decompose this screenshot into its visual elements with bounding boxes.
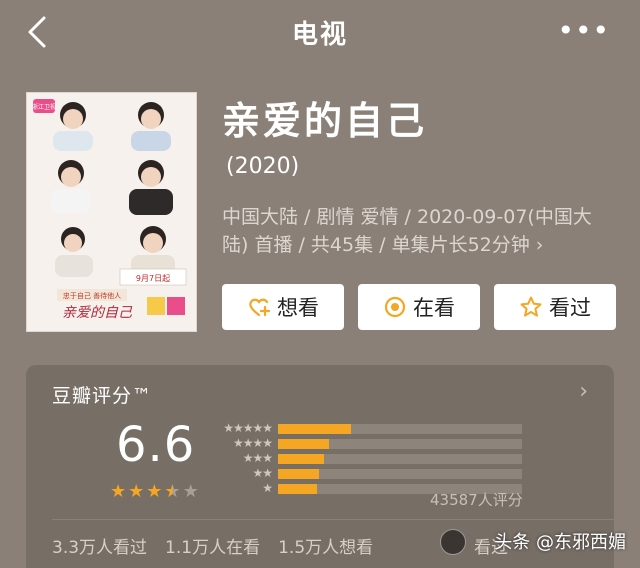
- rating-score: 6.6: [116, 417, 196, 473]
- poster-image[interactable]: 浙江卫视 9月7日起 忠于自己 善待他人 亲爱的自己: [26, 92, 197, 332]
- nav-bar: 电视 •••: [0, 0, 640, 62]
- heart-plus-icon: [249, 298, 271, 317]
- poster-badge: 浙江卫视: [32, 103, 56, 111]
- distribution-track: [278, 468, 522, 479]
- distribution-fill: [278, 483, 318, 494]
- show-title: 亲爱的自己: [222, 99, 428, 143]
- poster-date: 9月7日起: [136, 274, 170, 283]
- chevron-right-icon: ›: [535, 234, 544, 256]
- star-half-icon: ★: [164, 481, 181, 502]
- action-buttons: 想看 在看 看过: [222, 284, 616, 330]
- distribution-row-5: ★★★★★: [218, 421, 522, 436]
- distribution-fill: [278, 453, 325, 464]
- watching-count[interactable]: 1.1万人在看: [165, 533, 260, 558]
- chevron-right-icon[interactable]: ›: [579, 379, 588, 404]
- distribution-fill: [278, 423, 352, 434]
- rating-stars: ★ ★ ★ ★ ★: [110, 482, 199, 502]
- distribution-row-4: ★★★★: [218, 436, 522, 451]
- distribution-row-2: ★★: [218, 466, 522, 481]
- distribution-fill: [278, 468, 320, 479]
- distribution-fill: [278, 438, 330, 449]
- more-icon[interactable]: •••: [557, 14, 610, 47]
- distribution-row-3: ★★★: [218, 451, 522, 466]
- distribution-track: [278, 438, 522, 449]
- watched-label: 看过: [549, 296, 591, 320]
- distribution-stars-label: ★★★★: [232, 436, 273, 450]
- distribution-stars-label: ★★★: [242, 451, 273, 465]
- show-meta[interactable]: 中国大陆 / 剧情 爱情 / 2020-09-07(中国大陆) 首播 / 共45…: [222, 203, 602, 259]
- distribution-track: [278, 423, 522, 434]
- star-empty-icon: ★: [182, 481, 199, 502]
- want-to-watch-label: 想看: [277, 296, 319, 320]
- rating-distribution: ★★★★★ ★★★★ ★★★ ★★ ★: [218, 421, 522, 496]
- star-full-icon: ★: [110, 481, 127, 502]
- poster-title: 亲爱的自己: [62, 305, 133, 321]
- star-full-icon: ★: [146, 481, 163, 502]
- watch-stats: 3.3万人看过 1.1万人在看 1.5万人想看: [52, 533, 373, 558]
- want-to-watch-button[interactable]: 想看: [222, 284, 344, 330]
- show-year: (2020): [226, 154, 300, 179]
- watched-button[interactable]: 看过: [494, 284, 616, 330]
- watching-button[interactable]: 在看: [358, 284, 480, 330]
- watermark-text: 头条 @东邪西媚: [494, 532, 626, 553]
- show-info: 亲爱的自己 (2020) 中国大陆 / 剧情 爱情 / 2020-09-07(中…: [222, 98, 622, 259]
- avatar[interactable]: [440, 529, 466, 555]
- watching-label: 在看: [413, 296, 455, 320]
- target-icon: [384, 296, 406, 318]
- distribution-stars-label: ★★: [252, 466, 273, 480]
- star-outline-icon: [520, 296, 542, 317]
- star-full-icon: ★: [128, 481, 145, 502]
- rating-count: 43587人评分: [430, 491, 523, 509]
- distribution-track: [278, 453, 522, 464]
- watched-count[interactable]: 3.3万人看过: [52, 533, 147, 558]
- want-count[interactable]: 1.5万人想看: [278, 533, 373, 558]
- page-title: 电视: [291, 20, 348, 50]
- distribution-stars-label: ★★★★★: [223, 421, 273, 435]
- rating-header: 豆瓣评分™: [52, 385, 153, 407]
- distribution-stars-label: ★: [262, 481, 273, 495]
- poster-slogan: 忠于自己 善待他人: [63, 291, 121, 300]
- divider: [52, 519, 614, 520]
